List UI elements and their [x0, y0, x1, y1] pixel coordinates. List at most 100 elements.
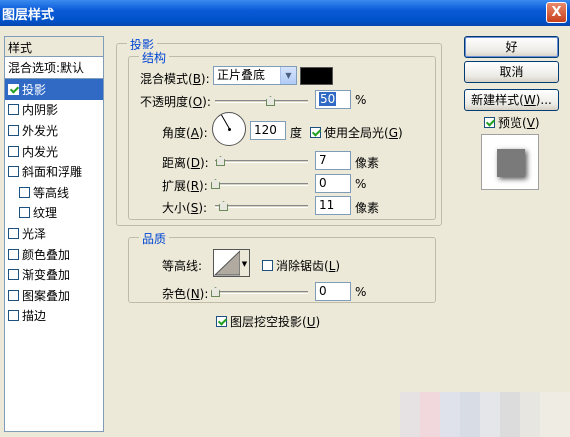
preview-checkbox[interactable]: 预览(V) [484, 114, 540, 131]
style-item-checkbox[interactable] [8, 145, 19, 157]
style-item[interactable]: 等高线 [5, 182, 103, 203]
style-item-label: 颜色叠加 [22, 247, 71, 262]
anti-alias-checkbox[interactable]: 消除锯齿(L) [262, 257, 340, 274]
blending-options-item[interactable]: 混合选项:默认 [5, 57, 103, 79]
opacity-input[interactable]: 50 [315, 90, 351, 109]
preview-thumbnail [497, 149, 525, 177]
chevron-down-icon: ▼ [280, 67, 296, 84]
style-item-checkbox[interactable] [8, 227, 19, 239]
style-item-label: 内阴影 [22, 103, 59, 118]
style-item[interactable]: 外发光 [5, 120, 103, 141]
angle-center-dot [228, 128, 231, 131]
style-item-checkbox[interactable] [8, 310, 19, 322]
spread-input[interactable]: 0 [315, 174, 351, 193]
global-light-check[interactable] [310, 127, 321, 138]
style-item[interactable]: 内阴影 [5, 100, 103, 121]
noise-label: 杂色(N): [162, 287, 209, 301]
distance-input[interactable]: 7 [315, 151, 351, 170]
size-slider[interactable] [215, 205, 308, 208]
noise-unit: % [355, 285, 367, 299]
noise-slider[interactable] [215, 291, 308, 294]
styles-header: 样式 [5, 37, 103, 57]
pixel-block [420, 392, 440, 437]
style-item[interactable]: 内发光 [5, 141, 103, 162]
cancel-button[interactable]: 取消 [464, 61, 559, 83]
shadow-color-swatch[interactable] [300, 67, 333, 85]
blend-mode-select[interactable]: 正片叠底 ▼ [213, 66, 297, 85]
pixel-block [540, 392, 570, 437]
style-item-checkbox[interactable] [8, 104, 19, 116]
style-item-label: 投影 [22, 82, 47, 97]
close-icon: X [551, 5, 562, 20]
pixel-block [400, 392, 420, 437]
style-item[interactable]: 图案叠加 [5, 285, 103, 306]
style-items: 投影内阴影外发光内发光斜面和浮雕等高线纹理光泽颜色叠加渐变叠加图案叠加描边 [5, 79, 103, 326]
styles-list: 样式 混合选项:默认 投影内阴影外发光内发光斜面和浮雕等高线纹理光泽颜色叠加渐变… [4, 36, 104, 432]
style-item[interactable]: 投影 [5, 79, 103, 100]
angle-needle [221, 114, 230, 129]
style-item-checkbox[interactable] [8, 269, 19, 281]
knockout-checkbox[interactable]: 图层挖空投影(U) [216, 313, 320, 330]
ok-button[interactable]: 好 [464, 36, 559, 58]
blend-mode-label: 混合模式(B): [140, 72, 210, 86]
style-item-label: 外发光 [22, 123, 59, 138]
size-label: 大小(S): [162, 201, 208, 215]
pixel-block [460, 392, 480, 437]
close-button[interactable]: X [546, 2, 567, 23]
style-item-checkbox[interactable] [8, 83, 19, 95]
opacity-label: 不透明度(O): [140, 95, 211, 109]
style-item-label: 内发光 [22, 144, 59, 159]
quality-title: 品质 [139, 230, 170, 247]
new-style-button[interactable]: 新建样式(W)... [464, 89, 559, 111]
global-light-checkbox[interactable]: 使用全局光(G) [310, 124, 403, 141]
style-item-label: 光泽 [22, 226, 47, 241]
style-item[interactable]: 渐变叠加 [5, 264, 103, 285]
pixel-block [520, 392, 540, 437]
preview-check[interactable] [484, 117, 495, 128]
style-item[interactable]: 光泽 [5, 223, 103, 244]
opacity-unit: % [355, 93, 367, 107]
title-bar: 图层样式 X [0, 0, 570, 26]
noise-input[interactable]: 0 [315, 282, 351, 301]
anti-alias-check[interactable] [262, 260, 273, 271]
pixel-block [500, 392, 520, 437]
angle-label: 角度(A): [162, 126, 208, 140]
distance-label: 距离(D): [162, 156, 209, 170]
spread-unit: % [355, 177, 367, 191]
window-title: 图层样式 [2, 8, 55, 23]
angle-unit: 度 [290, 126, 303, 140]
style-item-checkbox[interactable] [19, 207, 30, 219]
distance-unit: 像素 [355, 156, 380, 170]
pixel-block [480, 392, 500, 437]
pixel-block [440, 392, 460, 437]
structure-title: 结构 [139, 49, 170, 66]
style-item-label: 斜面和浮雕 [22, 165, 83, 180]
opacity-slider[interactable] [215, 100, 308, 103]
angle-input[interactable]: 120 [250, 121, 286, 140]
contour-dropdown-icon[interactable]: ▼ [240, 249, 250, 277]
style-item-checkbox[interactable] [19, 186, 30, 198]
style-item[interactable]: 斜面和浮雕 [5, 161, 103, 182]
spread-label: 扩展(R): [162, 179, 208, 193]
contour-curve-icon [213, 249, 241, 276]
size-unit: 像素 [355, 201, 380, 215]
style-preview [481, 134, 539, 190]
style-item[interactable]: 颜色叠加 [5, 244, 103, 265]
style-item-label: 图案叠加 [22, 288, 71, 303]
style-item-checkbox[interactable] [8, 124, 19, 136]
style-item-label: 等高线 [33, 185, 70, 200]
distance-slider[interactable] [215, 160, 308, 163]
style-item-label: 纹理 [33, 206, 58, 221]
knockout-check[interactable] [216, 316, 227, 327]
style-item-label: 渐变叠加 [22, 268, 71, 283]
style-item-label: 描边 [22, 309, 47, 324]
angle-dial[interactable] [212, 112, 246, 146]
size-input[interactable]: 11 [315, 196, 351, 215]
style-item[interactable]: 纹理 [5, 203, 103, 224]
spread-slider[interactable] [215, 183, 308, 186]
style-item-checkbox[interactable] [8, 166, 19, 178]
contour-label: 等高线: [162, 259, 203, 273]
style-item[interactable]: 描边 [5, 306, 103, 327]
style-item-checkbox[interactable] [8, 248, 19, 260]
style-item-checkbox[interactable] [8, 289, 19, 301]
